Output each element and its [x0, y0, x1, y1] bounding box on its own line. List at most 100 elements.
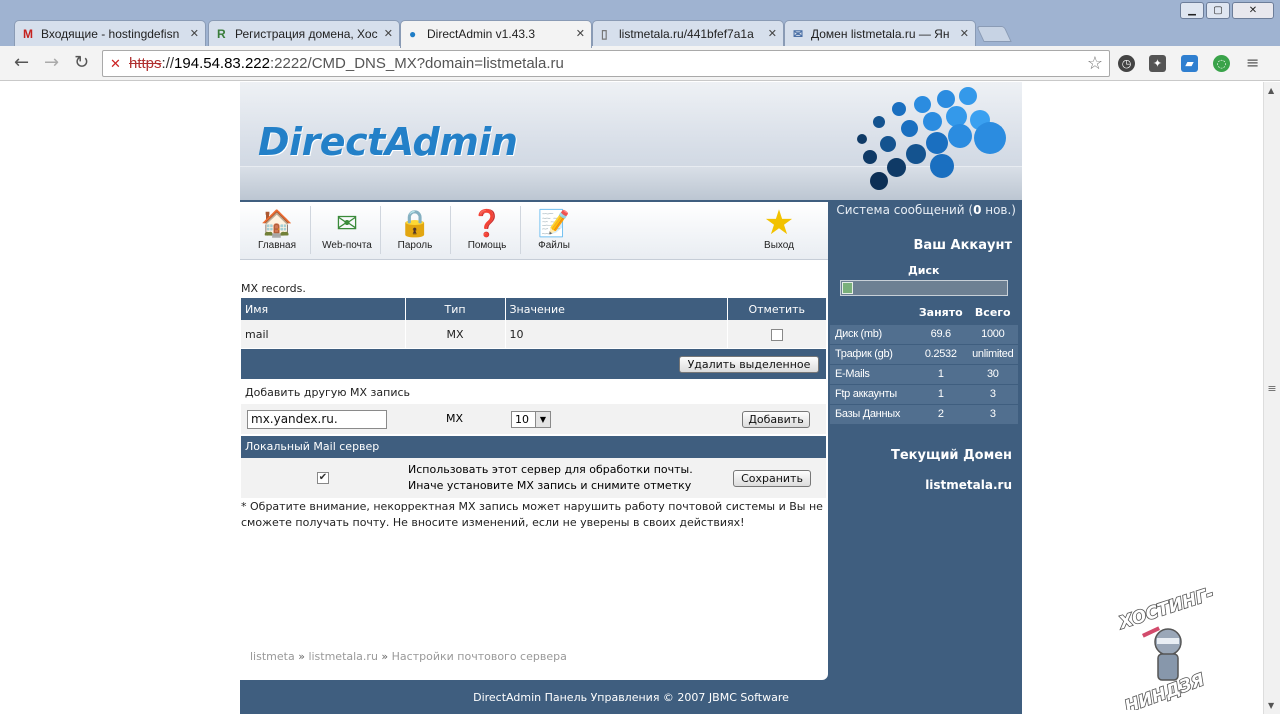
- logout-star-icon: ★: [763, 204, 795, 242]
- stats-total: unlimited: [967, 343, 1018, 364]
- close-icon[interactable]: ✕: [384, 27, 393, 40]
- local-mail-checkbox[interactable]: ✔: [317, 472, 329, 484]
- menu-help[interactable]: ❓ Помощь: [452, 206, 522, 258]
- breadcrumb-link-domain[interactable]: listmetala.ru: [308, 650, 377, 663]
- menu-label: Web-почта: [322, 240, 372, 251]
- menu-home[interactable]: 🏠 Главная: [242, 206, 312, 258]
- menu-icon[interactable]: ≡: [1246, 53, 1259, 73]
- close-window-icon[interactable]: ✕: [1232, 2, 1274, 19]
- maximize-icon[interactable]: ▢: [1206, 2, 1230, 19]
- stats-row: Базы Данных 2 3: [830, 403, 1018, 424]
- menu-separator: [310, 206, 311, 254]
- mx-priority-select[interactable]: 10 ▼: [511, 411, 551, 428]
- column-header: Отметить: [727, 298, 826, 320]
- scrollbar-thumb[interactable]: ≡: [1267, 382, 1277, 402]
- browser-tab-active[interactable]: ● DirectAdmin v1.43.3 ✕: [400, 20, 592, 48]
- delete-selected-button[interactable]: Удалить выделенное: [679, 356, 819, 373]
- menu-files[interactable]: 📝 Файлы: [519, 206, 589, 258]
- browser-tab[interactable]: ✉ Домен listmetala.ru — Ян ✕: [784, 20, 976, 47]
- close-icon[interactable]: ✕: [576, 27, 585, 40]
- mx-priority-value: 10: [515, 413, 529, 426]
- window-controls: ▁ ▢ ✕: [1180, 2, 1274, 19]
- menu-label: Помощь: [467, 240, 507, 251]
- breadcrumb-current: Настройки почтового сервера: [391, 650, 567, 663]
- menu-webmail[interactable]: ✉ Web-почта: [312, 206, 382, 258]
- message-system-link[interactable]: Система сообщений (0 нов.): [836, 203, 1016, 217]
- minimize-icon[interactable]: ▁: [1180, 2, 1204, 19]
- current-domain-link[interactable]: listmetala.ru: [925, 478, 1012, 492]
- local-mail-row: ✔ Использовать этот сервер для обработки…: [241, 458, 826, 498]
- menu-password[interactable]: 🔒 Пароль: [380, 206, 450, 258]
- webmail-icon: ✉: [336, 208, 358, 238]
- menu-logout[interactable]: ★ Выход: [744, 206, 814, 258]
- stats-used: 0.2532: [914, 343, 968, 364]
- mx-hostname-input[interactable]: mx.yandex.ru.: [247, 410, 387, 429]
- bookmark-star-icon[interactable]: ☆: [1087, 51, 1103, 76]
- breadcrumb-separator: »: [381, 650, 389, 663]
- browser-toolbar: ← → ↻ ✕ https://194.54.83.222:2222/CMD_D…: [0, 46, 1280, 81]
- green-extension-icon[interactable]: ◌: [1213, 55, 1230, 72]
- close-icon[interactable]: ✕: [960, 27, 969, 40]
- stats-label: Трафик (gb): [830, 343, 914, 364]
- hosting-ninja-watermark: ХОСТИНГ- НИНДЗЯ: [1115, 583, 1217, 710]
- disk-usage-bar: [840, 280, 1008, 296]
- address-bar[interactable]: ✕ https://194.54.83.222:2222/CMD_DNS_MX?…: [102, 50, 1110, 77]
- stats-label: Базы Данных: [830, 403, 914, 424]
- directadmin-logo: DirectAdmin: [258, 120, 518, 164]
- home-icon: 🏠: [260, 208, 294, 238]
- stats-used: 69.6: [914, 323, 968, 344]
- stats-header-blank: [830, 302, 914, 324]
- stats-label: Ftp аккаунты: [830, 383, 914, 404]
- add-mx-type: MX: [446, 412, 464, 425]
- menu-separator: [450, 206, 451, 254]
- stats-used: 1: [914, 363, 968, 384]
- puzzle-extension-icon[interactable]: ✦: [1149, 55, 1166, 72]
- watermark-line1: ХОСТИНГ-: [1116, 584, 1216, 634]
- close-icon[interactable]: ✕: [768, 27, 777, 40]
- page-scrollbar[interactable]: ▲ ≡ ▼: [1263, 82, 1280, 714]
- main-content: 🏠 Главная ✉ Web-почта 🔒 Пароль ❓ Помощь: [240, 202, 828, 680]
- files-icon: 📝: [537, 208, 571, 238]
- stats-label: E-Mails: [830, 363, 914, 384]
- browser-tab[interactable]: ▯ listmetala.ru/441bfef7a1a ✕: [592, 20, 784, 47]
- back-icon[interactable]: ←: [14, 53, 29, 73]
- stats-header-row: Занято Всего: [830, 302, 1018, 324]
- directadmin-icon: ●: [409, 27, 417, 41]
- add-mx-button[interactable]: Добавить: [742, 411, 810, 428]
- clock-extension-icon[interactable]: ◷: [1118, 55, 1135, 72]
- browser-tab[interactable]: R Регистрация домена, Хос ✕: [208, 20, 400, 47]
- tab-label: Входящие - hostingdefisn: [41, 27, 180, 41]
- new-tab-button[interactable]: [976, 26, 1012, 42]
- mx-select-cell: [727, 320, 826, 348]
- disk-label: Диск: [908, 264, 940, 277]
- blue-extension-icon[interactable]: ▰: [1181, 55, 1198, 72]
- stats-row: Ftp аккаунты 1 3: [830, 383, 1018, 404]
- scroll-up-icon[interactable]: ▲: [1268, 86, 1274, 95]
- browser-tab[interactable]: M Входящие - hostingdefisn ✕: [14, 20, 206, 47]
- menu-label: Пароль: [397, 240, 433, 251]
- close-icon[interactable]: ✕: [190, 27, 199, 40]
- mx-select-checkbox[interactable]: [770, 328, 783, 341]
- reload-icon[interactable]: ↻: [74, 53, 89, 73]
- add-mx-caption: Добавить другую MX запись: [245, 386, 410, 399]
- stats-row: Трафик (gb) 0.2532 unlimited: [830, 343, 1018, 364]
- mx-records-table: Имя Тип Значение Отметить mail MX 10: [241, 298, 826, 348]
- breadcrumb: listmeta » listmetala.ru » Настройки поч…: [250, 650, 567, 663]
- local-mail-header: Локальный Mail сервер: [241, 436, 826, 458]
- breadcrumb-link-user[interactable]: listmeta: [250, 650, 295, 663]
- tab-label: DirectAdmin v1.43.3: [427, 27, 536, 41]
- stats-label: Диск (mb): [830, 323, 914, 344]
- save-button[interactable]: Сохранить: [733, 470, 811, 487]
- insecure-lock-icon: ✕: [110, 56, 121, 71]
- stats-used: 1: [914, 383, 968, 404]
- disk-usage-fill: [842, 282, 853, 294]
- messages-suffix: нов.): [981, 203, 1016, 217]
- scroll-down-icon[interactable]: ▼: [1268, 701, 1274, 710]
- forward-icon[interactable]: →: [44, 53, 59, 73]
- column-header: Тип: [405, 298, 506, 320]
- local-mail-text-line1: Использовать этот сервер для обработки п…: [408, 463, 693, 476]
- messages-prefix: Система сообщений (: [836, 203, 974, 217]
- help-icon: ❓: [470, 208, 504, 238]
- tab-label: Домен listmetala.ru — Ян: [811, 27, 950, 41]
- local-mail-text-line2: Иначе установите MX запись и снимите отм…: [408, 479, 692, 492]
